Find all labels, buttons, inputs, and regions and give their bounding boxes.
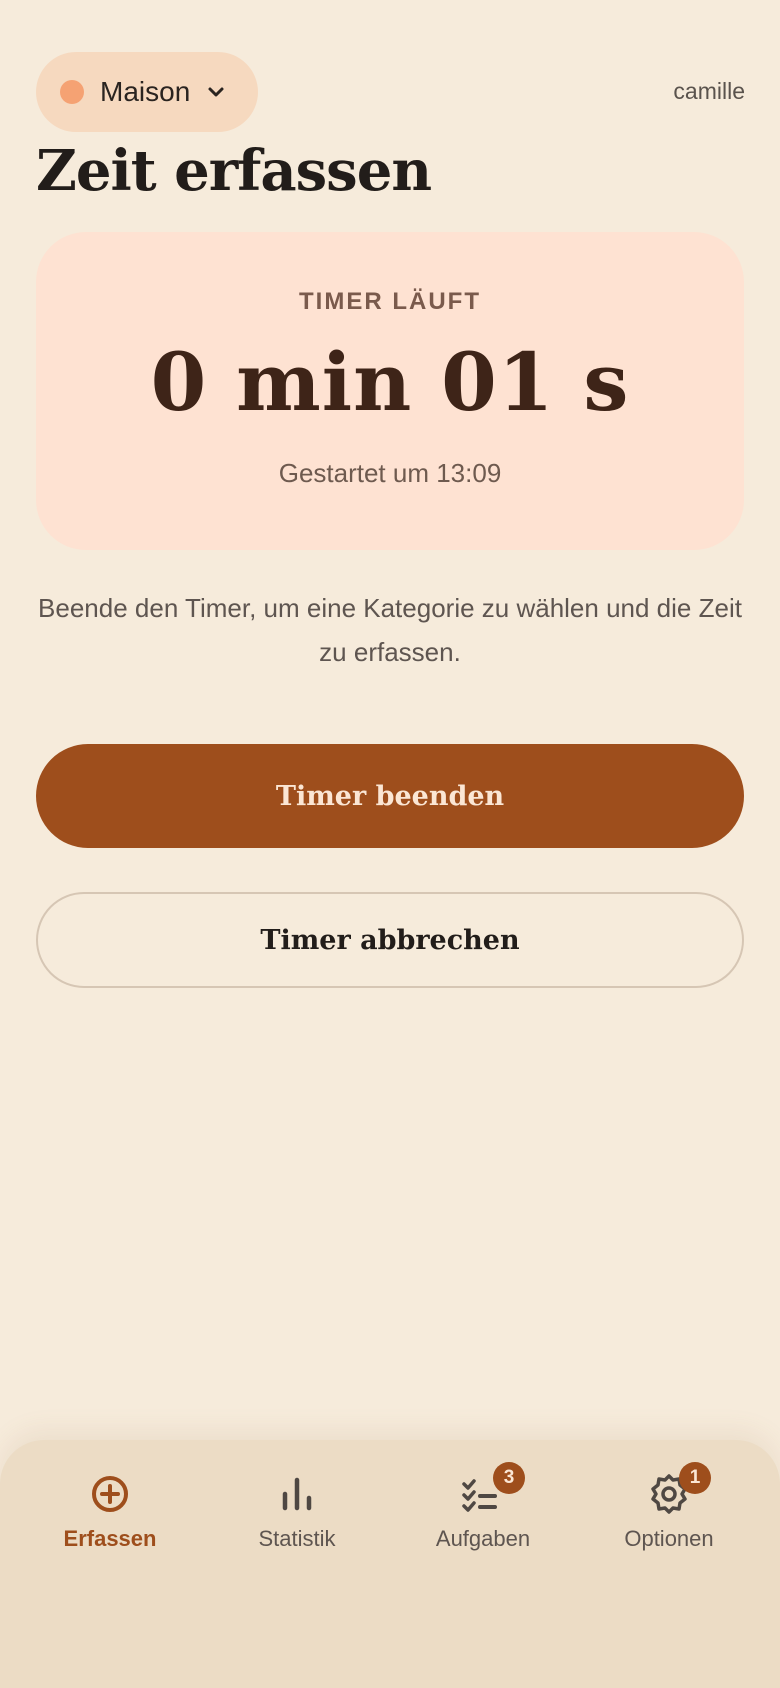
workspace-name: Maison: [100, 76, 191, 107]
app-screen: Maison camille Zeit erfassen TIMER LÄUFT…: [0, 0, 780, 1688]
bottom-navigation: Erfassen Statistik 3 Aufgaben 1 Optionen: [0, 1440, 780, 1688]
nav-item-optionen[interactable]: 1 Optionen: [576, 1462, 762, 1570]
bar-chart-icon: [282, 1477, 312, 1511]
nav-item-erfassen[interactable]: Erfassen: [17, 1470, 203, 1570]
workspace-color-dot: [60, 80, 84, 104]
timer-card: TIMER LÄUFT 0 min 01 s Gestartet um 13:0…: [36, 232, 744, 550]
chevron-down-icon: [208, 87, 224, 97]
plus-circle-icon: [92, 1476, 128, 1512]
nav-label: Statistik: [258, 1526, 336, 1551]
nav-label: Aufgaben: [435, 1526, 531, 1551]
nav-label: Erfassen: [63, 1526, 157, 1551]
user-name[interactable]: camille: [673, 78, 745, 105]
timer-start-time: Gestartet um 13:09: [278, 458, 502, 488]
nav-item-statistik[interactable]: Statistik: [204, 1470, 390, 1570]
cancel-timer-button[interactable]: Timer abbrechen: [36, 892, 744, 988]
stop-timer-button[interactable]: Timer beenden: [36, 744, 744, 848]
nav-label: Optionen: [624, 1526, 714, 1551]
tasks-count-badge: 3: [493, 1462, 525, 1494]
timer-status: TIMER LÄUFT: [299, 288, 481, 315]
timer-value: 0 min 01 s: [150, 335, 630, 429]
workspace-switcher[interactable]: Maison: [36, 52, 258, 132]
options-count-badge: 1: [679, 1462, 711, 1494]
nav-item-aufgaben[interactable]: 3 Aufgaben: [390, 1462, 576, 1570]
hint-text: Beende den Timer, um eine Kategorie zu w…: [38, 593, 742, 667]
page-title: Zeit erfassen: [36, 138, 432, 204]
